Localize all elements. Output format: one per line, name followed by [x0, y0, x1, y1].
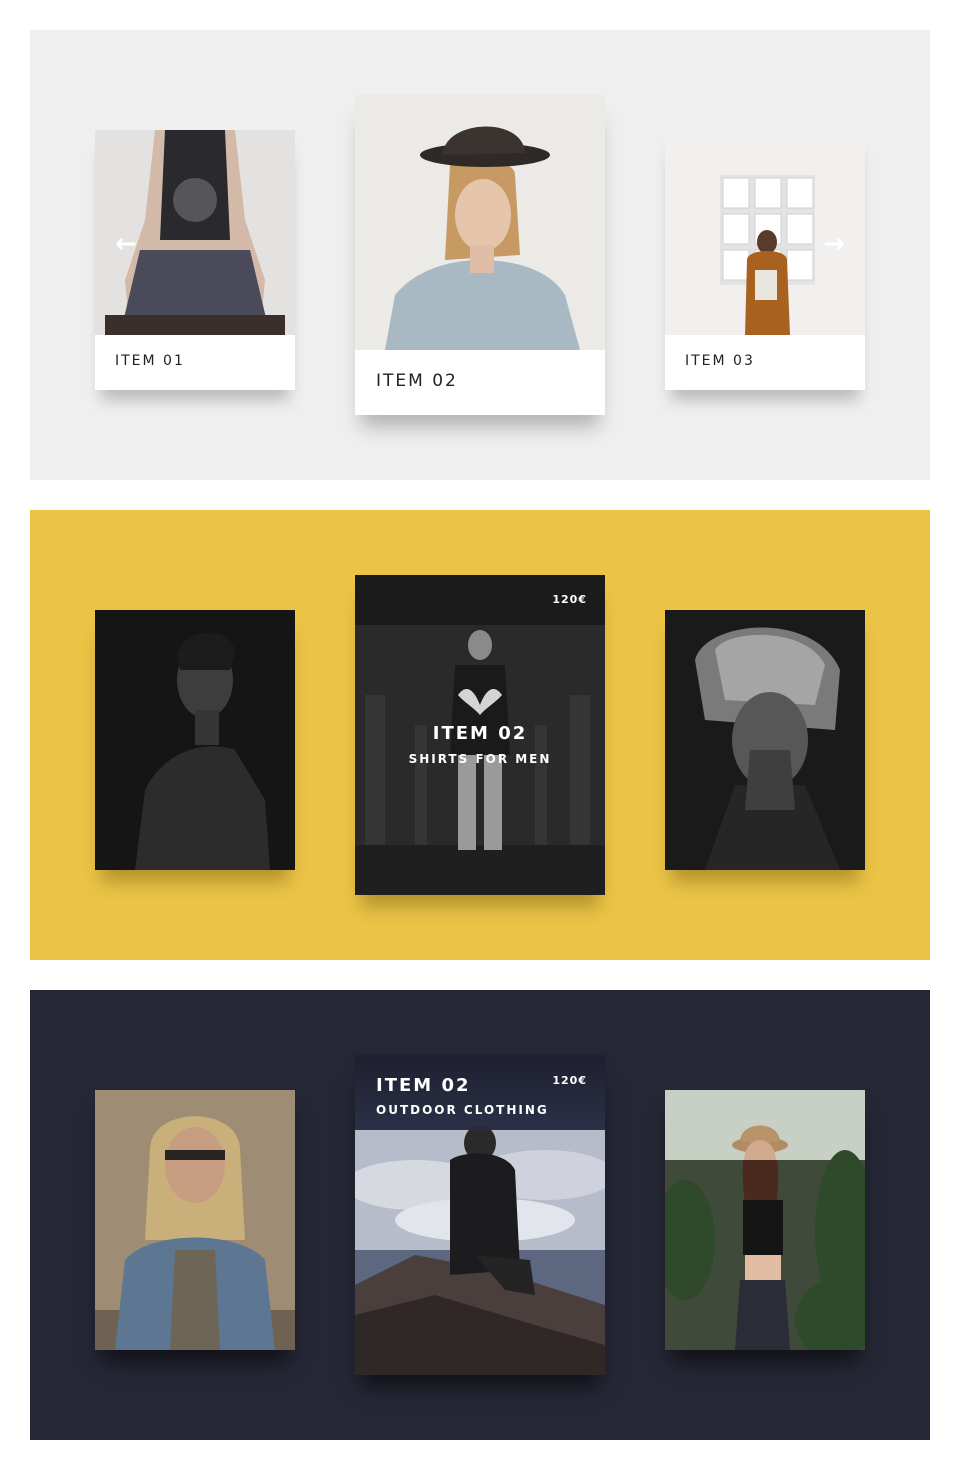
carousel-card-featured[interactable]: 120€ ITEM 02 SHIRTS FOR MEN: [355, 575, 605, 895]
carousel-card-item-03[interactable]: ITEM 03: [665, 130, 865, 390]
carousel-card-right[interactable]: [665, 1090, 865, 1350]
carousel-card-left[interactable]: [95, 1090, 295, 1350]
card-caption: ITEM 02: [355, 350, 605, 415]
card-overlay: ITEM 02 SHIRTS FOR MEN: [355, 723, 605, 766]
card-subtitle: SHIRTS FOR MEN: [408, 752, 552, 766]
arrow-left-icon[interactable]: ←: [112, 230, 140, 258]
card-subtitle: OUTDOOR CLOTHING: [376, 1103, 549, 1117]
carousel-card-featured[interactable]: ITEM 02 OUTDOOR CLOTHING 120€: [355, 1055, 605, 1375]
price-badge: 120€: [552, 593, 587, 606]
card-header: ITEM 02 OUTDOOR CLOTHING 120€: [355, 1055, 605, 1130]
card-title: ITEM 02: [432, 723, 528, 744]
carousel-card-item-01[interactable]: ITEM 01: [95, 130, 295, 390]
carousel-dark: ITEM 02 OUTDOOR CLOTHING 120€: [30, 990, 930, 1440]
card-photo: [95, 610, 295, 870]
card-photo: [355, 95, 605, 350]
card-photo: [665, 1090, 865, 1350]
carousel-yellow: 120€ ITEM 02 SHIRTS FOR MEN: [30, 510, 930, 960]
price-badge: 120€: [552, 1074, 587, 1087]
card-photo: [665, 610, 865, 870]
card-caption: ITEM 01: [95, 335, 295, 390]
carousel-card-item-02[interactable]: ITEM 02: [355, 95, 605, 415]
card-photo: [95, 1090, 295, 1350]
carousel-card-left[interactable]: [95, 610, 295, 870]
arrow-right-icon[interactable]: →: [820, 230, 848, 258]
carousel-card-right[interactable]: [665, 610, 865, 870]
card-caption: ITEM 03: [665, 335, 865, 390]
carousel-light: ITEM 01 ITEM 02 ITEM 03 ← →: [30, 30, 930, 480]
